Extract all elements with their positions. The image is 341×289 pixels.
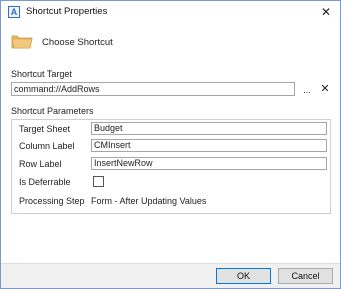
column-label-label: Column Label (19, 141, 75, 151)
window-title: Shortcut Properties (26, 6, 108, 17)
target-sheet-label: Target Sheet (19, 124, 71, 134)
is-deferrable-label: Is Deferrable (19, 177, 71, 187)
row-label-label: Row Label (19, 159, 62, 169)
clear-target-button[interactable]: ✕ (319, 82, 331, 96)
dialog-body: Shortcut Target command://AddRows ... ✕ … (1, 63, 340, 263)
processing-step-label: Processing Step (19, 196, 85, 206)
app-icon: A (8, 6, 20, 18)
shortcut-target-input[interactable]: command://AddRows (11, 82, 295, 96)
ok-button[interactable]: OK (216, 268, 271, 284)
is-deferrable-checkbox[interactable] (93, 176, 104, 187)
close-button[interactable]: ✕ (318, 4, 334, 20)
choose-shortcut-label: Choose Shortcut (42, 37, 113, 48)
shortcut-target-label: Shortcut Target (11, 69, 72, 79)
header-banner: Choose Shortcut (1, 23, 340, 63)
column-label-field[interactable]: CMInsert (91, 139, 327, 152)
cancel-button[interactable]: Cancel (278, 268, 333, 284)
folder-icon (11, 33, 33, 51)
dialog-footer: OK Cancel (1, 263, 340, 288)
target-sheet-field[interactable]: Budget (91, 122, 327, 135)
title-bar: A Shortcut Properties ✕ (1, 1, 340, 23)
row-label-field[interactable]: InsertNewRow (91, 157, 327, 170)
shortcut-parameters-label: Shortcut Parameters (11, 106, 94, 116)
parameters-panel: Target Sheet Budget Column Label CMInser… (11, 119, 331, 214)
processing-step-value: Form - After Updating Values (91, 196, 207, 206)
shortcut-properties-dialog: A Shortcut Properties ✕ Choose Shortcut … (0, 0, 341, 289)
browse-button[interactable]: ... (301, 82, 313, 96)
